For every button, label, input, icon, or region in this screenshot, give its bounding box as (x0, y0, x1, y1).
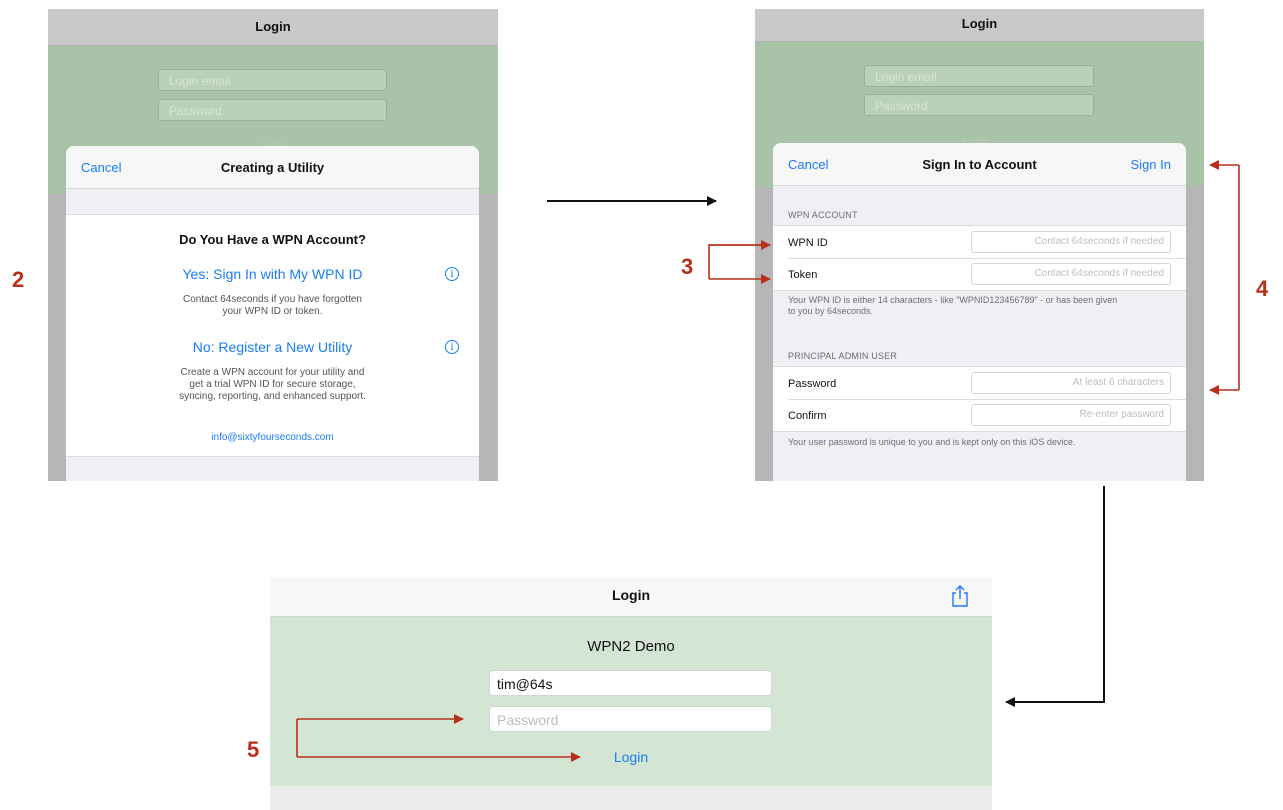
flow-arrows (296, 160, 1240, 762)
flow-arrow-2-to-3 (1005, 486, 1105, 707)
step-3-arrow-wpn-id (708, 244, 770, 279)
